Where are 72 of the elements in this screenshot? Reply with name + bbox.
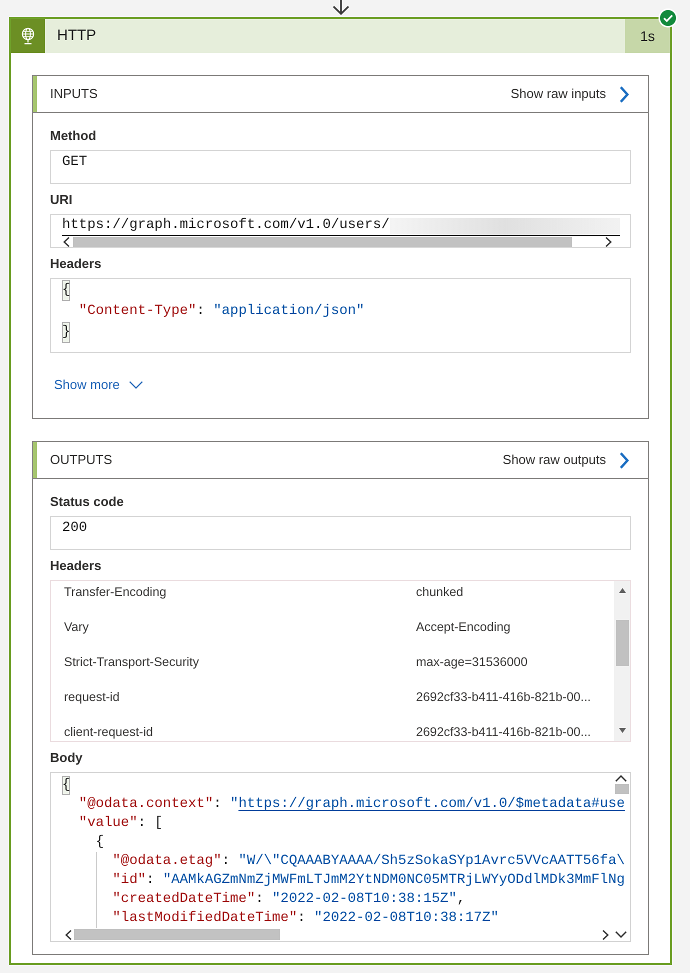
down-arrow-icon <box>332 0 350 15</box>
table-cell-text: max-age=31536000 <box>416 654 528 671</box>
read-only-field: 200 <box>50 516 631 550</box>
field-label: Status code <box>50 493 125 511</box>
json-key: "createdDateTime" <box>112 890 256 909</box>
scrollbar-thumb[interactable] <box>74 929 280 940</box>
table-cell-text: request-id <box>64 689 121 706</box>
json-key: "value" <box>78 814 138 833</box>
chevron-down-icon <box>128 381 143 389</box>
action-header[interactable]: HTTP 1s <box>11 19 670 53</box>
show-more-button[interactable]: Show more <box>54 376 143 394</box>
show-raw-button[interactable]: Show raw outputs <box>502 450 629 470</box>
scrollbar-thumb[interactable] <box>616 620 628 666</box>
table-cell-text: client-request-id <box>64 724 154 741</box>
json-key: "@odata.etag" <box>112 852 222 871</box>
json-string: "W/\"CQAAABYAAAA/Sh5zSokaSYp1Avrc5VVcAATT56fa\ <box>238 852 625 871</box>
scroll-down-icon[interactable] <box>615 931 627 938</box>
duration-label: 1s <box>625 19 670 53</box>
json-punctuation: : <box>213 795 223 814</box>
uri-link[interactable]: https://graph.microsoft.com/v1.0/users/ <box>62 216 390 236</box>
table-cell-text: 2692cf33-b411-416b-821b-00... <box>416 689 591 706</box>
chevron-right-icon <box>619 452 629 468</box>
matched-bracket: { <box>62 776 70 795</box>
json-punctuation: , <box>456 890 466 909</box>
table-cell-text: Transfer-Encoding <box>64 584 168 601</box>
json-string: "2022-02-08T10:38:17Z" <box>314 909 499 928</box>
section-title: OUTPUTS <box>50 451 112 470</box>
json-link[interactable]: https://graph.microsoft.com/v1.0/$metadata#use <box>238 795 625 814</box>
scroll-left-icon[interactable] <box>63 236 70 246</box>
field-label: Headers <box>50 255 102 273</box>
json-punctuation: { <box>96 833 104 852</box>
json-punctuation: : <box>297 909 307 928</box>
scroll-right-icon[interactable] <box>602 930 609 940</box>
read-only-field: GET <box>50 150 631 184</box>
json-punctuation: : <box>222 852 232 871</box>
table-cell-text: Vary <box>64 619 90 636</box>
section-title: INPUTS <box>50 85 98 104</box>
chevron-right-icon <box>619 86 629 102</box>
table-cell-text: Strict-Transport-Security <box>64 654 200 671</box>
matched-bracket: { <box>62 280 70 301</box>
action-title: HTTP <box>57 26 96 46</box>
scroll-right-icon[interactable] <box>605 236 612 246</box>
json-string: "application/json" <box>213 302 364 321</box>
table-cell-text: Accept-Encoding <box>416 619 511 636</box>
json-punctuation: : [ <box>138 814 163 833</box>
scroll-down-icon[interactable] <box>618 728 626 733</box>
scroll-up-icon[interactable] <box>615 775 627 782</box>
scroll-left-icon[interactable] <box>65 930 72 940</box>
json-string: " <box>230 795 238 814</box>
json-punctuation: : <box>255 890 265 909</box>
field-label: Headers <box>50 557 102 575</box>
json-key: "Content-Type" <box>78 301 196 322</box>
accent-bar <box>33 442 37 478</box>
field-label: URI <box>50 191 74 209</box>
matched-bracket: } <box>62 322 70 343</box>
field-label: Method <box>50 127 98 145</box>
json-key: "@odata.context" <box>78 795 214 814</box>
scrollbar-thumb[interactable] <box>73 236 572 246</box>
json-string: "AAMkAGZmNmZjMWFmLTJmM2YtNDM0NC05MTRjLWYyODdlMDk3MmFlNg <box>162 871 625 890</box>
table-cell-text: chunked <box>416 584 464 601</box>
json-key: "id" <box>112 871 146 890</box>
json-punctuation: : <box>196 302 206 321</box>
show-raw-button[interactable]: Show raw inputs <box>510 84 629 104</box>
table-cell: 2692cf33-b411-416b-821b-00... <box>416 724 591 741</box>
scrollbar-thumb[interactable] <box>615 784 629 794</box>
scrollbar-track[interactable] <box>614 581 630 741</box>
accent-bar <box>33 76 37 112</box>
json-string: "2022-02-08T10:38:15Z" <box>272 890 457 909</box>
json-key: "lastModifiedDateTime" <box>112 909 298 928</box>
scroll-up-icon[interactable] <box>618 588 626 593</box>
field-label: Body <box>50 749 84 767</box>
json-punctuation: : <box>146 871 156 890</box>
